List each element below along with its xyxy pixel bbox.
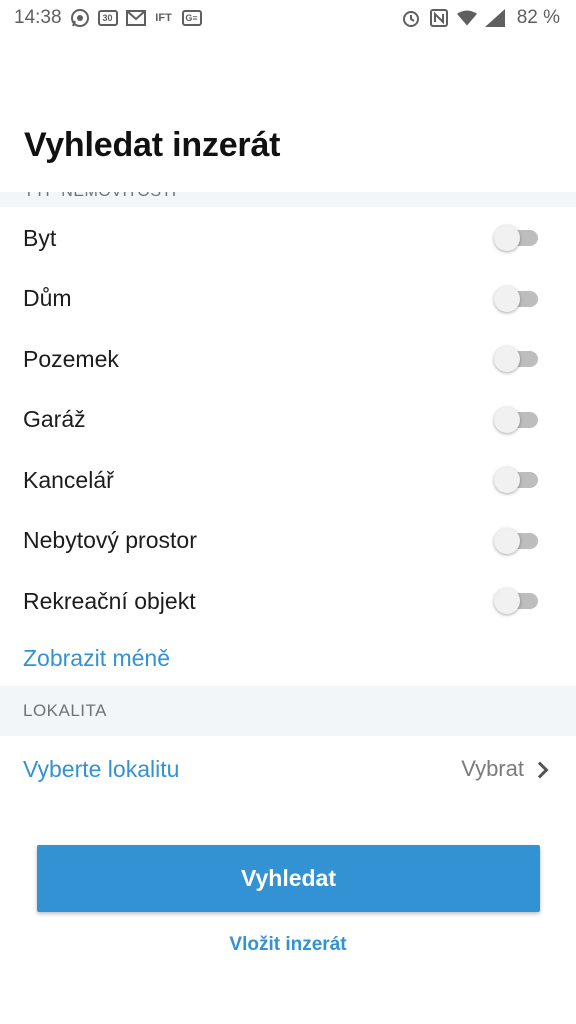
property-type-label: Kancelář — [23, 466, 114, 493]
property-type-label: Rekreační objekt — [23, 587, 196, 614]
locality-section-header: LOKALITA — [0, 686, 576, 736]
property-type-label: Dům — [23, 285, 72, 312]
battery-percent: 82 % — [516, 7, 560, 28]
property-type-toggle[interactable] — [494, 588, 538, 615]
toggle-thumb — [494, 467, 520, 494]
property-type-toggle[interactable] — [494, 225, 538, 252]
toggle-thumb — [494, 527, 520, 554]
insert-ad-link[interactable]: Vložit inzerát — [0, 934, 576, 956]
property-type-label: Garáž — [23, 406, 86, 433]
property-type-row-nebytovy-prostor[interactable]: Nebytový prostor — [0, 511, 576, 572]
calendar-icon: 30 — [97, 10, 118, 26]
locality-row[interactable]: Vyberte lokalitu Vybrat — [0, 744, 576, 794]
ift-app-icon: IFT — [155, 12, 172, 24]
status-time: 14:38 — [14, 7, 62, 28]
toggle-thumb — [494, 588, 520, 615]
nfc-icon — [429, 8, 449, 28]
show-less-link[interactable]: Zobrazit méně — [23, 645, 170, 672]
property-type-row-rekreacni-objekt[interactable]: Rekreační objekt — [0, 571, 576, 632]
property-type-header-partial: TYP NEMOVITOSTI — [0, 192, 576, 207]
page-title: Vyhledat inzerát — [24, 126, 281, 164]
choose-label: Vybrat — [461, 756, 524, 781]
property-type-list: Byt Dům Pozemek Garáž Kancelář Nebytový … — [0, 208, 576, 632]
ge-app-icon: G≡ — [181, 10, 202, 26]
property-type-row-garaz[interactable]: Garáž — [0, 390, 576, 451]
toggle-thumb — [494, 346, 520, 373]
toggle-thumb — [494, 406, 520, 433]
property-type-toggle[interactable] — [494, 285, 538, 312]
property-type-header-clipped: TYP NEMOVITOSTI — [24, 192, 177, 201]
status-right: 82 % — [401, 7, 560, 29]
search-screen: 14:38 30 IFT G≡ 82 % Vyhledat inzerát By… — [0, 0, 576, 1024]
chevron-right-icon — [531, 761, 549, 778]
property-type-row-kancelar[interactable]: Kancelář — [0, 450, 576, 511]
locality-choose[interactable]: Vybrat — [461, 756, 549, 782]
property-type-label: Pozemek — [23, 345, 119, 372]
gmail-icon — [125, 8, 146, 28]
status-left: 14:38 30 IFT G≡ — [14, 7, 202, 29]
property-type-label: Nebytový prostor — [23, 527, 197, 554]
toggle-thumb — [494, 225, 520, 252]
property-type-toggle[interactable] — [494, 406, 538, 433]
wifi-icon — [456, 8, 477, 28]
property-type-row-dum[interactable]: Dům — [0, 269, 576, 330]
property-type-row-byt[interactable]: Byt — [0, 208, 576, 269]
property-type-label: Byt — [23, 224, 57, 251]
whatsapp-icon — [70, 8, 90, 28]
property-type-row-pozemek[interactable]: Pozemek — [0, 329, 576, 390]
search-button[interactable]: Vyhledat — [37, 845, 540, 912]
cell-signal-icon — [484, 8, 505, 28]
property-type-toggle[interactable] — [494, 467, 538, 494]
status-bar: 14:38 30 IFT G≡ 82 % — [0, 0, 576, 36]
property-type-toggle[interactable] — [494, 346, 538, 373]
property-type-toggle[interactable] — [494, 527, 538, 554]
locality-label: Vyberte lokalitu — [23, 755, 180, 782]
alarm-icon — [401, 8, 421, 28]
toggle-thumb — [494, 285, 520, 312]
